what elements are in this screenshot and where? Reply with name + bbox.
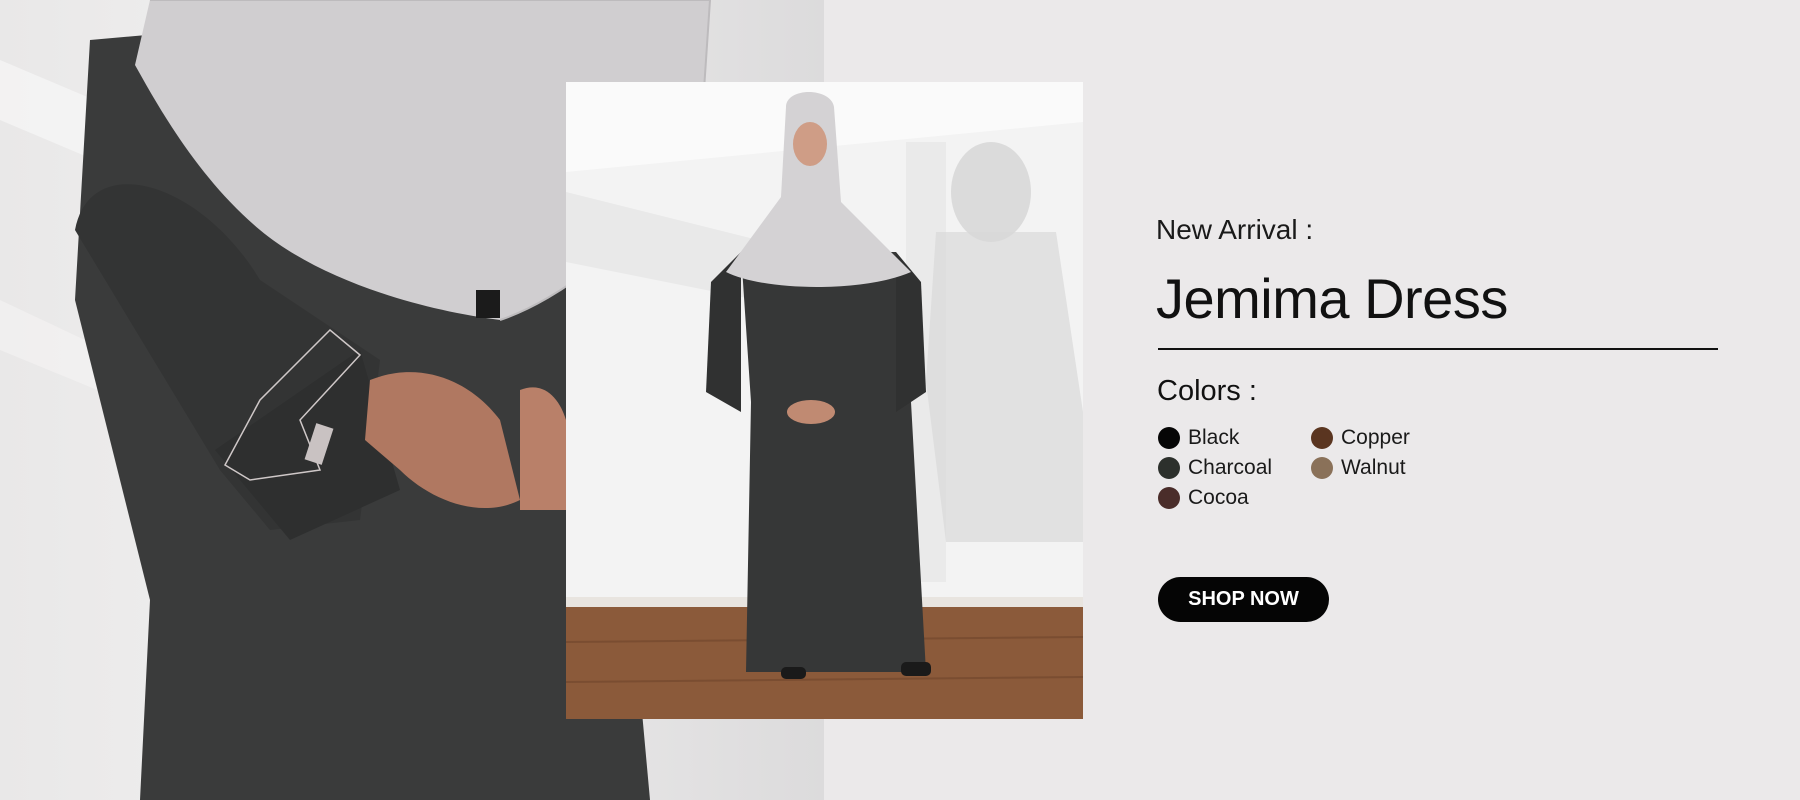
- shop-now-button[interactable]: SHOP NOW: [1158, 577, 1329, 622]
- color-label: Charcoal: [1188, 456, 1273, 479]
- color-option-charcoal[interactable]: Charcoal: [1158, 456, 1272, 480]
- full-length-photo: [566, 82, 1083, 719]
- color-option-walnut[interactable]: Walnut: [1311, 456, 1406, 480]
- full-length-photo-illustration: [566, 82, 1083, 719]
- color-swatch: [1311, 457, 1333, 479]
- color-swatch: [1158, 457, 1180, 479]
- colors-heading: Colors :: [1157, 375, 1257, 407]
- product-title: Jemima Dress: [1156, 267, 1508, 330]
- color-option-cocoa[interactable]: Cocoa: [1158, 486, 1249, 510]
- color-swatch: [1158, 427, 1180, 449]
- title-divider: [1158, 348, 1718, 350]
- new-arrival-label: New Arrival :: [1156, 214, 1314, 245]
- color-option-black[interactable]: Black: [1158, 426, 1239, 450]
- color-swatch: [1311, 427, 1333, 449]
- color-label: Copper: [1341, 426, 1410, 449]
- color-label: Walnut: [1341, 456, 1406, 479]
- color-label: Black: [1188, 426, 1240, 449]
- color-label: Cocoa: [1188, 486, 1249, 509]
- color-option-copper[interactable]: Copper: [1311, 426, 1410, 450]
- color-swatch: [1158, 487, 1180, 509]
